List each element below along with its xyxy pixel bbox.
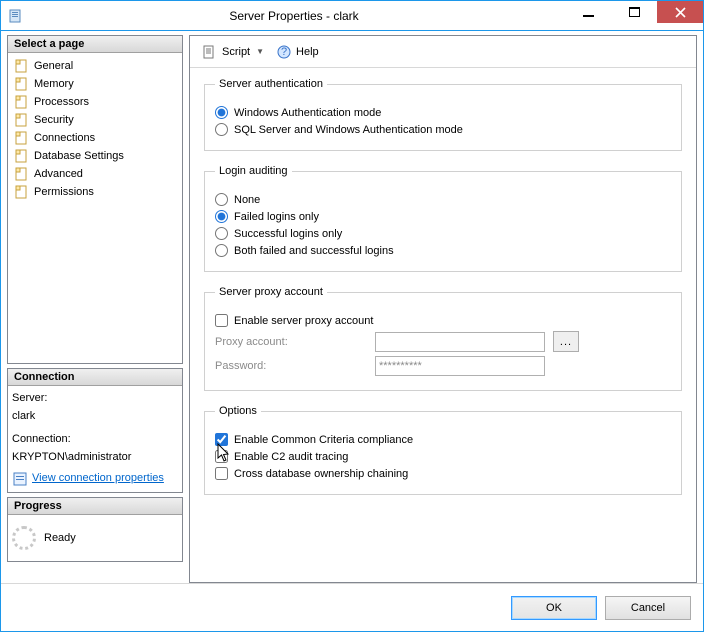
- ellipsis-icon: ...: [560, 336, 572, 348]
- proxy-account-label: Proxy account:: [215, 336, 367, 348]
- help-icon: ?: [276, 44, 292, 60]
- view-connection-properties-link[interactable]: View connection properties: [32, 470, 164, 488]
- audit-failed-label: Failed logins only: [234, 211, 319, 223]
- script-button[interactable]: Script ▼: [198, 42, 268, 62]
- progress-header: Progress: [8, 498, 182, 515]
- audit-both-radio[interactable]: [215, 244, 228, 257]
- page-icon: [14, 76, 30, 92]
- nav-item-permissions[interactable]: Permissions: [12, 183, 178, 201]
- server-authentication-group: Server authentication Windows Authentica…: [204, 78, 682, 151]
- nav-item-label: Processors: [34, 96, 89, 108]
- page-icon: [14, 112, 30, 128]
- audit-success-label: Successful logins only: [234, 228, 342, 240]
- page-icon: [14, 166, 30, 182]
- common-criteria-label: Enable Common Criteria compliance: [234, 434, 413, 446]
- properties-icon: [12, 471, 28, 487]
- proxy-password-input[interactable]: [375, 356, 545, 376]
- server-label: Server:: [12, 390, 178, 408]
- nav-item-memory[interactable]: Memory: [12, 75, 178, 93]
- server-value: clark: [12, 408, 178, 426]
- login-auditing-group: Login auditing None Failed logins only S…: [204, 165, 682, 272]
- page-icon: [14, 184, 30, 200]
- spinner-icon: [12, 526, 36, 550]
- connection-header: Connection: [8, 369, 182, 386]
- nav-item-label: Security: [34, 114, 74, 126]
- script-label: Script: [222, 46, 250, 58]
- audit-none-radio[interactable]: [215, 193, 228, 206]
- audit-success-radio[interactable]: [215, 227, 228, 240]
- cancel-button[interactable]: Cancel: [605, 596, 691, 620]
- svg-text:?: ?: [281, 46, 287, 58]
- audit-none-label: None: [234, 194, 260, 206]
- audit-failed-radio[interactable]: [215, 210, 228, 223]
- minimize-button[interactable]: [565, 1, 611, 23]
- connection-panel: Connection Server: clark Connection: KRY…: [7, 368, 183, 493]
- nav-item-label: Permissions: [34, 186, 94, 198]
- connection-value: KRYPTON\administrator: [12, 449, 178, 467]
- maximize-button[interactable]: [611, 1, 657, 23]
- nav-item-security[interactable]: Security: [12, 111, 178, 129]
- options-group: Options Enable Common Criteria complianc…: [204, 405, 682, 495]
- page-nav-list: General Memory Processors: [12, 57, 178, 201]
- help-button[interactable]: ? Help: [272, 42, 323, 62]
- nav-item-general[interactable]: General: [12, 57, 178, 75]
- toolbar: Script ▼ ? Help: [190, 36, 696, 68]
- help-label: Help: [296, 46, 319, 58]
- proxy-account-input[interactable]: [375, 332, 545, 352]
- nav-item-advanced[interactable]: Advanced: [12, 165, 178, 183]
- page-icon: [14, 130, 30, 146]
- cross-db-label: Cross database ownership chaining: [234, 468, 408, 480]
- progress-panel: Progress Ready: [7, 497, 183, 562]
- proxy-password-label: Password:: [215, 360, 367, 372]
- server-proxy-group: Server proxy account Enable server proxy…: [204, 286, 682, 391]
- window-title: Server Properties - clark: [23, 9, 565, 23]
- server-icon: [7, 8, 23, 24]
- options-legend: Options: [215, 405, 261, 417]
- nav-item-connections[interactable]: Connections: [12, 129, 178, 147]
- cancel-button-label: Cancel: [631, 602, 665, 614]
- main-content-panel: Script ▼ ? Help Server authentication: [189, 35, 697, 583]
- nav-item-label: Memory: [34, 78, 74, 90]
- windows-auth-radio[interactable]: [215, 106, 228, 119]
- ok-button[interactable]: OK: [511, 596, 597, 620]
- nav-item-label: Advanced: [34, 168, 83, 180]
- ok-button-label: OK: [546, 602, 562, 614]
- mixed-auth-radio[interactable]: [215, 123, 228, 136]
- nav-item-database-settings[interactable]: Database Settings: [12, 147, 178, 165]
- server-properties-dialog: Server Properties - clark Select a page: [0, 0, 704, 632]
- server-proxy-legend: Server proxy account: [215, 286, 327, 298]
- page-icon: [14, 58, 30, 74]
- mixed-auth-label: SQL Server and Windows Authentication mo…: [234, 124, 463, 136]
- script-icon: [202, 44, 218, 60]
- connection-label: Connection:: [12, 431, 178, 449]
- nav-item-label: Database Settings: [34, 150, 124, 162]
- nav-item-processors[interactable]: Processors: [12, 93, 178, 111]
- close-button[interactable]: [657, 1, 703, 23]
- page-icon: [14, 94, 30, 110]
- enable-proxy-label: Enable server proxy account: [234, 315, 373, 327]
- select-page-header: Select a page: [8, 36, 182, 53]
- titlebar: Server Properties - clark: [1, 1, 703, 31]
- enable-proxy-checkbox[interactable]: [215, 314, 228, 327]
- dialog-button-bar: OK Cancel: [1, 583, 703, 631]
- audit-both-label: Both failed and successful logins: [234, 245, 394, 257]
- c2-audit-label: Enable C2 audit tracing: [234, 451, 348, 463]
- common-criteria-checkbox[interactable]: [215, 433, 228, 446]
- cross-db-checkbox[interactable]: [215, 467, 228, 480]
- proxy-browse-button[interactable]: ...: [553, 331, 579, 352]
- chevron-down-icon: ▼: [256, 47, 264, 56]
- page-icon: [14, 148, 30, 164]
- server-authentication-legend: Server authentication: [215, 78, 327, 90]
- login-auditing-legend: Login auditing: [215, 165, 292, 177]
- nav-item-label: Connections: [34, 132, 95, 144]
- select-page-panel: Select a page General Memory: [7, 35, 183, 364]
- ready-label: Ready: [44, 532, 76, 544]
- nav-item-label: General: [34, 60, 73, 72]
- c2-audit-checkbox[interactable]: [215, 450, 228, 463]
- windows-auth-label: Windows Authentication mode: [234, 107, 381, 119]
